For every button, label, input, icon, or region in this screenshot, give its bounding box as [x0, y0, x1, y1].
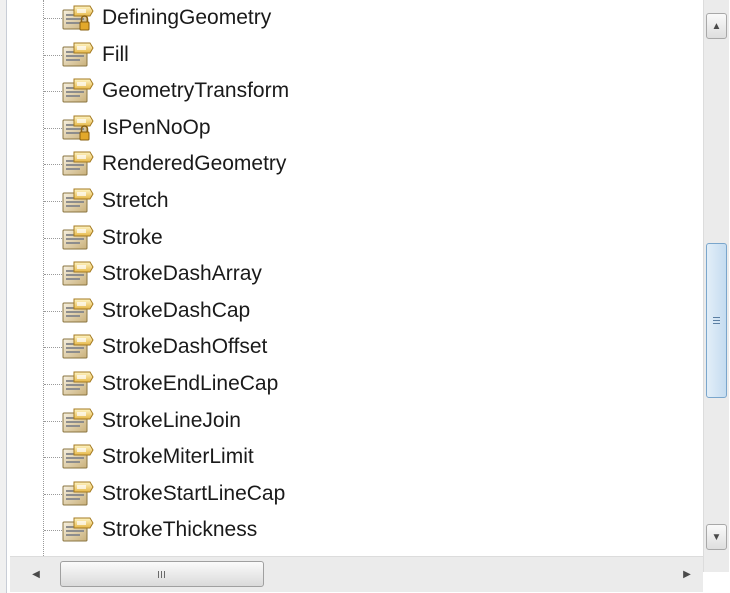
locked-property-icon — [60, 113, 94, 143]
tree-item-label: StrokeStartLineCap — [102, 481, 286, 505]
property-icon — [60, 149, 94, 179]
arrow-left-icon: ◀ — [32, 568, 40, 580]
property-icon — [60, 296, 94, 326]
tree-view-window: DefiningGeometry Fill GeometryTransform — [0, 0, 730, 593]
arrow-right-icon: ▶ — [683, 568, 691, 580]
arrow-up-icon: ▲ — [711, 20, 722, 32]
property-icon — [60, 76, 94, 106]
tree-item-label: IsPenNoOp — [102, 115, 211, 139]
tree-item[interactable]: DefiningGeometry — [10, 0, 703, 36]
tree-item-label: Fill — [102, 42, 129, 66]
tree-item[interactable]: StrokeMiterLimit — [10, 439, 703, 475]
tree-item[interactable]: GeometryTransform — [10, 73, 703, 109]
tree-item[interactable]: StrokeStartLineCap — [10, 476, 703, 512]
vertical-scrollbar[interactable]: ▲ ▼ — [703, 0, 729, 572]
tree-item-label: StrokeLineJoin — [102, 408, 241, 432]
scroll-up-button[interactable]: ▲ — [706, 13, 727, 39]
tree-item-label: StrokeMiterLimit — [102, 445, 254, 469]
tree-item[interactable]: RenderedGeometry — [10, 146, 703, 182]
property-icon — [60, 515, 94, 545]
grip-icon — [713, 316, 720, 325]
vertical-scroll-thumb[interactable] — [706, 243, 727, 398]
tree-item-label: StrokeDashCap — [102, 298, 251, 322]
property-tree[interactable]: DefiningGeometry Fill GeometryTransform — [10, 0, 703, 556]
scroll-down-button[interactable]: ▼ — [706, 524, 727, 550]
tree-item-label: Stretch — [102, 189, 169, 212]
property-icon — [60, 442, 94, 472]
property-icon — [60, 259, 94, 289]
scrollbar-corner — [703, 572, 729, 592]
horizontal-scroll-thumb[interactable] — [60, 561, 264, 587]
tree-item[interactable]: Stretch — [10, 183, 703, 219]
tree-item-label: GeometryTransform — [102, 79, 290, 103]
property-icon — [60, 406, 94, 436]
tree-item[interactable]: StrokeDashCap — [10, 293, 703, 329]
tree-item-label: StrokeEndLineCap — [102, 372, 279, 395]
tree-item-label: StrokeDashOffset — [102, 335, 268, 359]
tree-item[interactable]: StrokeDashArray — [10, 256, 703, 292]
tree-item-label: Stroke — [102, 225, 163, 249]
scroll-left-button[interactable]: ◀ — [26, 563, 46, 585]
property-icon — [60, 369, 94, 399]
tree-item[interactable]: Stroke — [10, 220, 703, 256]
tree-item[interactable]: StrokeLineJoin — [10, 403, 703, 439]
tree-item[interactable]: IsPenNoOp — [10, 110, 703, 146]
locked-property-icon — [60, 3, 94, 33]
left-panel-edge — [0, 0, 10, 593]
property-icon — [60, 40, 94, 70]
tree-item-label: StrokeThickness — [102, 518, 258, 542]
grip-icon — [158, 570, 166, 578]
tree-item[interactable]: StrokeEndLineCap — [10, 366, 703, 402]
horizontal-scrollbar[interactable]: ◀ ▶ — [10, 556, 703, 592]
tree-item[interactable]: StrokeThickness — [10, 512, 703, 548]
property-icon — [60, 223, 94, 253]
property-icon — [60, 479, 94, 509]
tree-item[interactable]: StrokeDashOffset — [10, 329, 703, 365]
tree-item-label: RenderedGeometry — [102, 152, 287, 176]
scroll-right-button[interactable]: ▶ — [677, 563, 697, 585]
arrow-down-icon: ▼ — [711, 531, 722, 543]
property-icon — [60, 186, 94, 216]
tree-item[interactable]: Fill — [10, 37, 703, 73]
tree-item-label: StrokeDashArray — [102, 262, 262, 286]
tree-item-label: DefiningGeometry — [102, 6, 272, 29]
property-icon — [60, 332, 94, 362]
